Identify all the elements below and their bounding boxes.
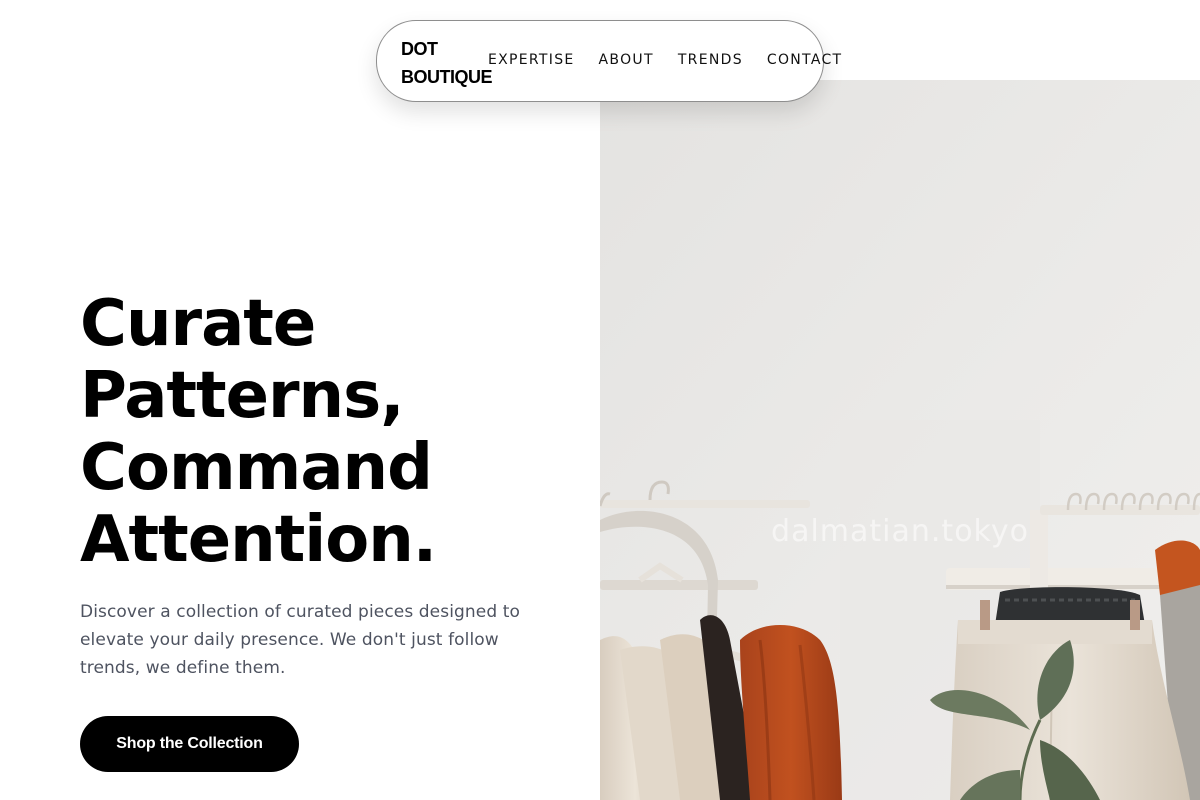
brand-logo-line-1: DOT bbox=[401, 39, 438, 59]
headline-line: Curate bbox=[80, 287, 316, 361]
hero-description: Discover a collection of curated pieces … bbox=[80, 602, 521, 678]
brand-logo[interactable]: DOT BOUTIQUE bbox=[401, 35, 501, 91]
hero-image bbox=[600, 80, 1200, 800]
headline-line: Command bbox=[80, 431, 433, 505]
nav-menu: EXPERTISE ABOUT TRENDS CONTACT bbox=[488, 52, 842, 68]
headline-line: Attention. bbox=[80, 503, 437, 577]
headline-line: Patterns, bbox=[80, 359, 405, 433]
clothing-rack-photo bbox=[600, 80, 1200, 800]
brand-logo-line-2: BOUTIQUE bbox=[401, 67, 493, 87]
main-nav: DOT BOUTIQUE EXPERTISE ABOUT TRENDS CONT… bbox=[376, 20, 841, 102]
shop-collection-button[interactable]: Shop the Collection bbox=[80, 716, 299, 772]
nav-link-trends[interactable]: TRENDS bbox=[678, 52, 743, 68]
nav-link-contact[interactable]: CONTACT bbox=[767, 52, 843, 68]
nav-link-about[interactable]: ABOUT bbox=[599, 52, 654, 68]
hero-headline: Curate Patterns, Command Attention. bbox=[80, 287, 437, 577]
nav-link-expertise[interactable]: EXPERTISE bbox=[488, 52, 575, 68]
